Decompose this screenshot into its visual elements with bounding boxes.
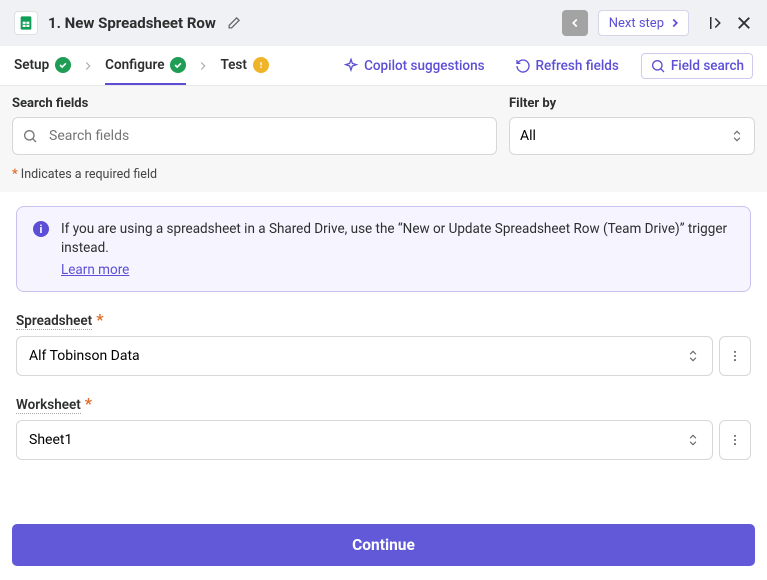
- worksheet-options-button[interactable]: [719, 420, 751, 460]
- edit-title-icon[interactable]: [226, 16, 241, 31]
- refresh-label: Refresh fields: [536, 58, 619, 74]
- continue-button[interactable]: Continue: [12, 524, 755, 566]
- search-icon: [22, 128, 38, 144]
- page-title: 1. New Spreadsheet Row: [48, 14, 216, 32]
- next-step-button[interactable]: Next step: [598, 10, 689, 36]
- spreadsheet-label: Spreadsheet: [16, 313, 92, 330]
- tab-setup[interactable]: Setup: [14, 47, 71, 85]
- sort-icon: [686, 433, 700, 447]
- chevron-right-icon: [196, 59, 210, 73]
- asterisk-icon: *: [85, 394, 92, 413]
- copilot-suggestions-button[interactable]: Copilot suggestions: [335, 54, 492, 78]
- refresh-fields-button[interactable]: Refresh fields: [507, 54, 627, 78]
- spreadsheet-select[interactable]: Alf Tobinson Data: [16, 336, 713, 376]
- asterisk-icon: *: [96, 310, 103, 329]
- info-icon: i: [33, 221, 49, 237]
- search-fields-label: Search fields: [12, 96, 497, 111]
- warn-badge-icon: [253, 57, 269, 73]
- close-icon[interactable]: [735, 14, 753, 32]
- google-sheets-icon: [14, 11, 38, 35]
- tab-setup-label: Setup: [14, 57, 49, 73]
- info-text: If you are using a spreadsheet in a Shar…: [61, 220, 734, 258]
- required-note: * Indicates a required field: [0, 167, 767, 192]
- asterisk-icon: *: [12, 167, 18, 182]
- tab-test-label: Test: [220, 57, 246, 73]
- learn-more-link[interactable]: Learn more: [61, 262, 129, 278]
- tab-test[interactable]: Test: [220, 47, 268, 85]
- expand-icon[interactable]: [707, 14, 725, 32]
- check-badge-icon: [170, 57, 186, 73]
- spreadsheet-value: Alf Tobinson Data: [29, 348, 140, 364]
- field-search-label: Field search: [671, 58, 744, 74]
- worksheet-value: Sheet1: [29, 432, 72, 448]
- header-bar: 1. New Spreadsheet Row Next step: [0, 0, 767, 46]
- filter-by-label: Filter by: [509, 96, 755, 111]
- tab-configure-label: Configure: [105, 57, 164, 73]
- worksheet-label: Worksheet: [16, 397, 81, 414]
- prev-step-button[interactable]: [562, 10, 588, 36]
- sort-icon: [686, 349, 700, 363]
- filter-by-value: All: [520, 128, 536, 144]
- check-badge-icon: [55, 57, 71, 73]
- field-search-button[interactable]: Field search: [641, 53, 753, 79]
- filter-by-select[interactable]: All: [509, 117, 755, 155]
- sort-icon: [730, 129, 744, 143]
- spreadsheet-options-button[interactable]: [719, 336, 751, 376]
- chevron-right-icon: [81, 59, 95, 73]
- copilot-label: Copilot suggestions: [364, 58, 484, 74]
- tabs-row: Setup Configure Test Copilot sugg: [0, 46, 767, 86]
- info-callout: i If you are using a spreadsheet in a Sh…: [16, 206, 751, 292]
- footer: Continue: [0, 510, 767, 580]
- tab-configure[interactable]: Configure: [105, 47, 186, 85]
- next-step-label: Next step: [609, 16, 664, 31]
- search-fields-input[interactable]: [12, 117, 497, 155]
- worksheet-select[interactable]: Sheet1: [16, 420, 713, 460]
- body-area: i If you are using a spreadsheet in a Sh…: [0, 192, 767, 510]
- filter-row: Search fields Filter by All: [0, 86, 767, 167]
